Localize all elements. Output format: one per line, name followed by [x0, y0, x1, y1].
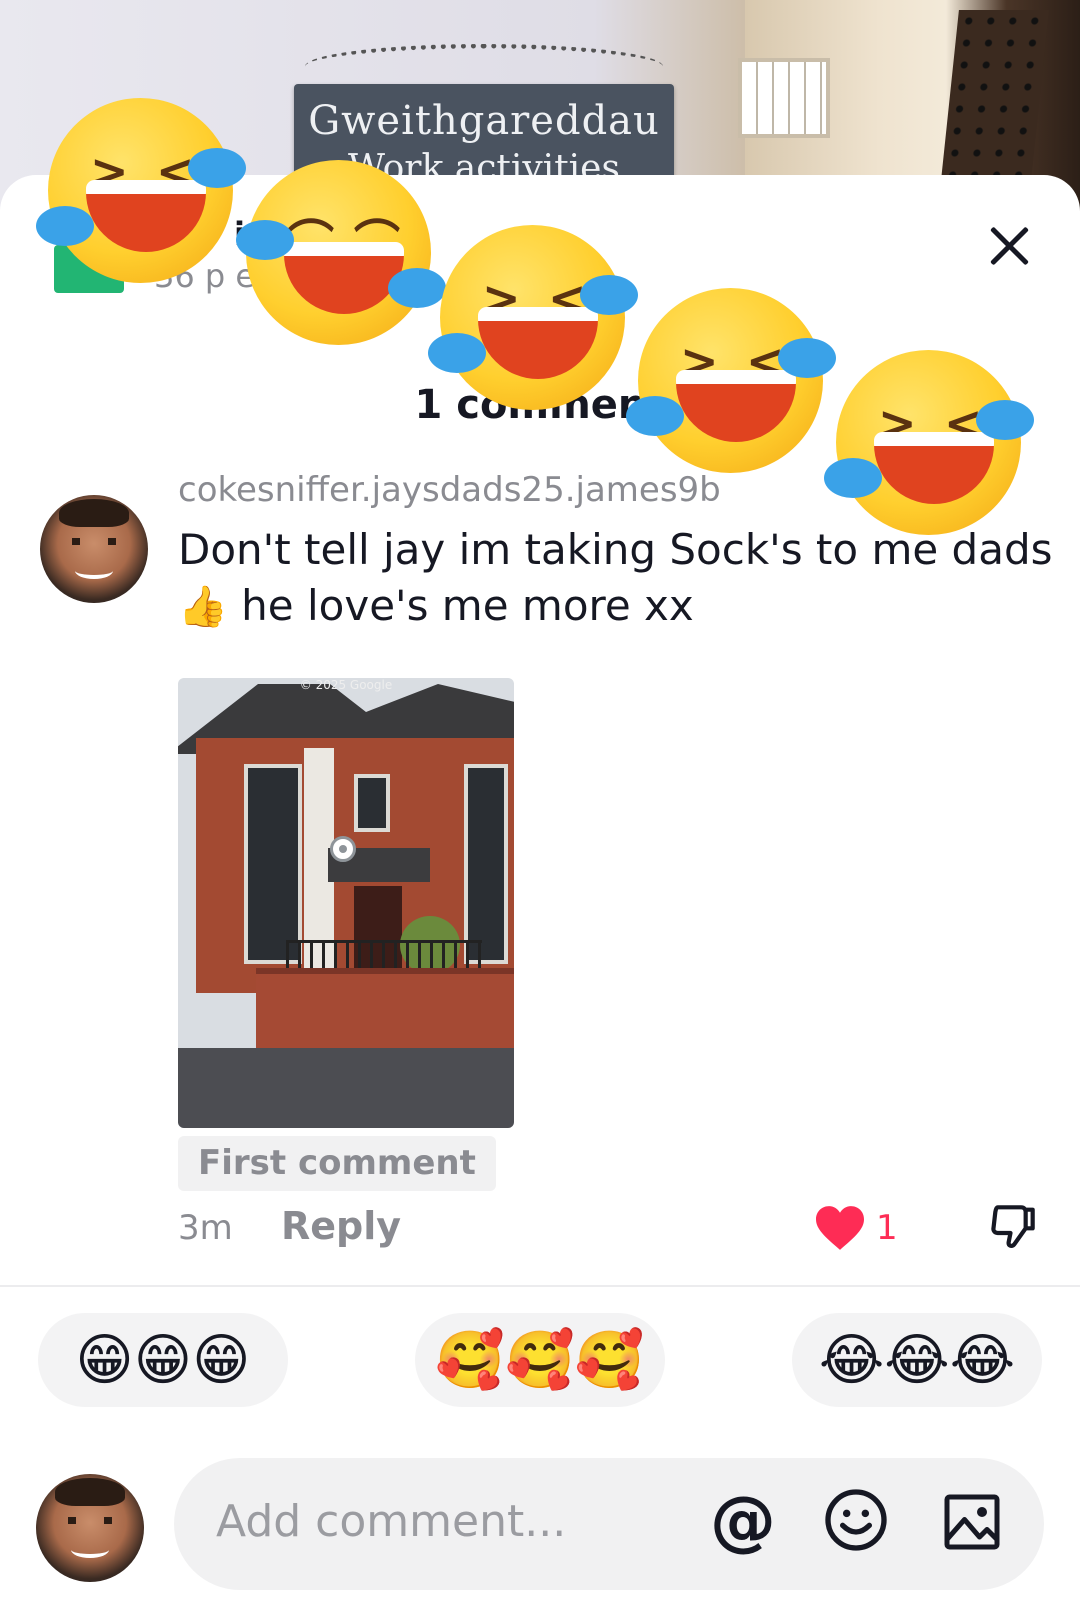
like-count: 1 — [876, 1208, 898, 1248]
laughing-emoji-sticker: > < — [428, 215, 640, 425]
sign-chain — [305, 44, 663, 89]
emoji-icon[interactable] — [824, 1488, 888, 1552]
dislike-icon[interactable] — [986, 1198, 1042, 1254]
comment-input[interactable]: Add comment... @ — [174, 1458, 1044, 1590]
first-comment-badge: First comment — [178, 1136, 496, 1191]
current-user-avatar[interactable] — [36, 1474, 144, 1582]
image-copyright: © 2025 Google — [299, 678, 393, 692]
sign-text-line1: Gweithgareddau — [308, 98, 660, 144]
thumbs-up-icon: 👍 — [178, 584, 228, 630]
divider — [0, 1285, 1080, 1287]
comment-time: 3m — [178, 1208, 233, 1248]
quick-reaction-hearts[interactable]: 🥰🥰🥰 — [415, 1313, 665, 1407]
close-button[interactable] — [985, 221, 1035, 271]
commenter-avatar[interactable] — [40, 495, 148, 603]
street-view-marker-icon — [330, 836, 356, 862]
reply-button[interactable]: Reply — [281, 1204, 401, 1248]
like-heart-icon[interactable] — [813, 1204, 867, 1252]
comment-text-line2: he love's me more xx — [227, 581, 694, 630]
quick-reaction-laugh[interactable]: 😂😂😂 — [792, 1313, 1042, 1407]
laughing-emoji-sticker: > < — [626, 278, 838, 488]
laughing-emoji-sticker: > < — [824, 340, 1036, 550]
quick-reaction-grin[interactable]: 😁😁😁 — [38, 1313, 288, 1407]
comment-input-placeholder: Add comment... — [216, 1496, 567, 1547]
door-image — [941, 10, 1049, 180]
window-image — [738, 58, 830, 138]
laughing-emoji-sticker: > < — [36, 88, 248, 298]
at-icon[interactable]: @ — [710, 1488, 776, 1554]
laughing-emoji-sticker: ⌒⌒ — [236, 150, 446, 360]
comment-image[interactable]: © 2025 Google — [178, 678, 514, 1128]
image-icon[interactable] — [942, 1492, 1002, 1552]
